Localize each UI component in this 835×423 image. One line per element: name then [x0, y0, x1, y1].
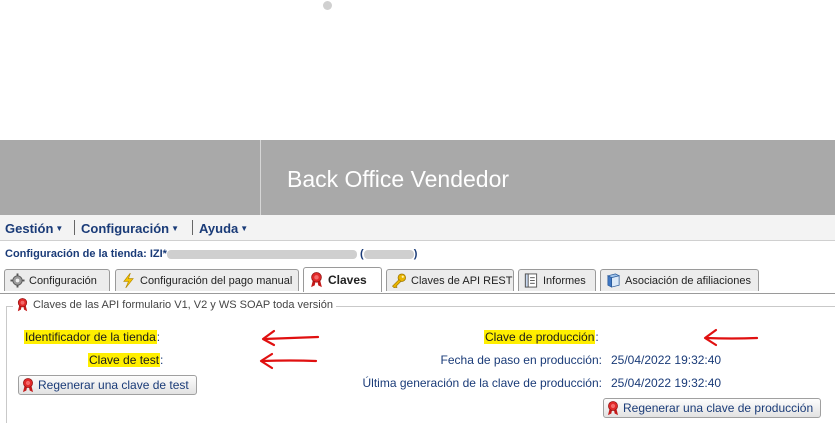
tab-claves[interactable]: Claves [303, 267, 382, 292]
banner-divider [260, 140, 261, 215]
label-colon: : [595, 330, 599, 344]
keys-section-legend: Claves de las API formulario V1, V2 y WS… [13, 298, 336, 312]
store-config-title: Configuración de la tienda: IZI* () [5, 248, 417, 260]
menu-separator [192, 220, 193, 235]
main-menu-bar: Gestión ▼ Configuración ▼ Ayuda ▼ [0, 215, 835, 241]
test-key-label: Clave de test [88, 353, 161, 367]
tab-configuracion-pago-manual[interactable]: Configuración del pago manual [115, 269, 299, 291]
legend-text: Claves de las API formulario V1, V2 y WS… [33, 299, 333, 311]
gear-icon [9, 273, 25, 289]
store-id-label: Identificador de la tienda [24, 330, 157, 344]
test-key-field: Clave de test: [88, 353, 163, 367]
app-title: Back Office Vendedor [287, 166, 510, 192]
last-generation-value: 25/04/2022 19:32:40 [611, 376, 722, 390]
redacted-store-name [166, 249, 357, 259]
menu-configuracion[interactable]: Configuración ▼ [81, 221, 179, 236]
regenerate-test-key-button[interactable]: Regenerar una clave de test [18, 375, 197, 395]
tab-bar: Configuración Configuración del pago man… [0, 267, 835, 294]
paren-close: ) [413, 248, 418, 260]
prod-key-field: Clave de producción: [484, 330, 599, 344]
menu-label: Gestión [5, 221, 54, 236]
menu-separator [74, 220, 75, 235]
button-label: Regenerar una clave de test [38, 378, 189, 392]
menu-label: Configuración [81, 221, 170, 236]
label-colon: : [156, 330, 161, 344]
tab-label: Claves de API REST [411, 274, 513, 287]
menu-ayuda[interactable]: Ayuda ▼ [199, 221, 248, 236]
annotation-arrow-left-icon [703, 328, 759, 347]
ribbon-icon [16, 298, 29, 312]
header-banner: Back Office Vendedor [0, 140, 835, 215]
regenerate-prod-key-button[interactable]: Regenerar una clave de producción [603, 398, 821, 418]
book-icon [605, 273, 621, 289]
menu-label: Ayuda [199, 221, 239, 236]
prod-date-label: Fecha de paso en producción: [440, 353, 602, 367]
tab-label: Asociación de afiliaciones [625, 274, 751, 287]
prod-key-label: Clave de producción [484, 330, 596, 344]
store-id-field: Identificador de la tienda: [24, 330, 160, 344]
tab-informes[interactable]: Informes [518, 269, 596, 291]
annotation-arrow-left-icon [261, 329, 320, 347]
prod-date-value: 25/04/2022 19:32:40 [611, 353, 722, 367]
button-label: Regenerar una clave de producción [623, 401, 814, 415]
label-colon: : [160, 353, 164, 367]
tab-label: Configuración [29, 274, 97, 287]
caret-down-icon: ▼ [171, 224, 180, 233]
loading-dot [323, 1, 332, 10]
tab-label: Configuración del pago manual [140, 274, 293, 287]
caret-down-icon: ▼ [55, 224, 64, 233]
ribbon-icon [21, 377, 35, 393]
ribbon-icon [308, 272, 324, 288]
tab-asociacion-afiliaciones[interactable]: Asociación de afiliaciones [600, 269, 759, 291]
redacted-store-id [363, 249, 414, 259]
store-title-text: Configuración de la tienda: IZI* [5, 248, 167, 260]
last-generation-label: Última generación de la clave de producc… [362, 376, 602, 390]
report-icon [523, 273, 539, 289]
tab-label: Claves [328, 273, 367, 287]
lightning-icon [120, 273, 136, 289]
menu-gestion[interactable]: Gestión ▼ [5, 221, 63, 236]
tab-configuracion[interactable]: Configuración [4, 269, 110, 291]
tab-label: Informes [543, 274, 586, 287]
key-icon [391, 273, 407, 289]
tab-claves-api-rest[interactable]: Claves de API REST [386, 269, 514, 291]
ribbon-icon [606, 400, 620, 416]
annotation-arrow-left-icon [259, 352, 318, 370]
caret-down-icon: ▼ [240, 224, 249, 233]
